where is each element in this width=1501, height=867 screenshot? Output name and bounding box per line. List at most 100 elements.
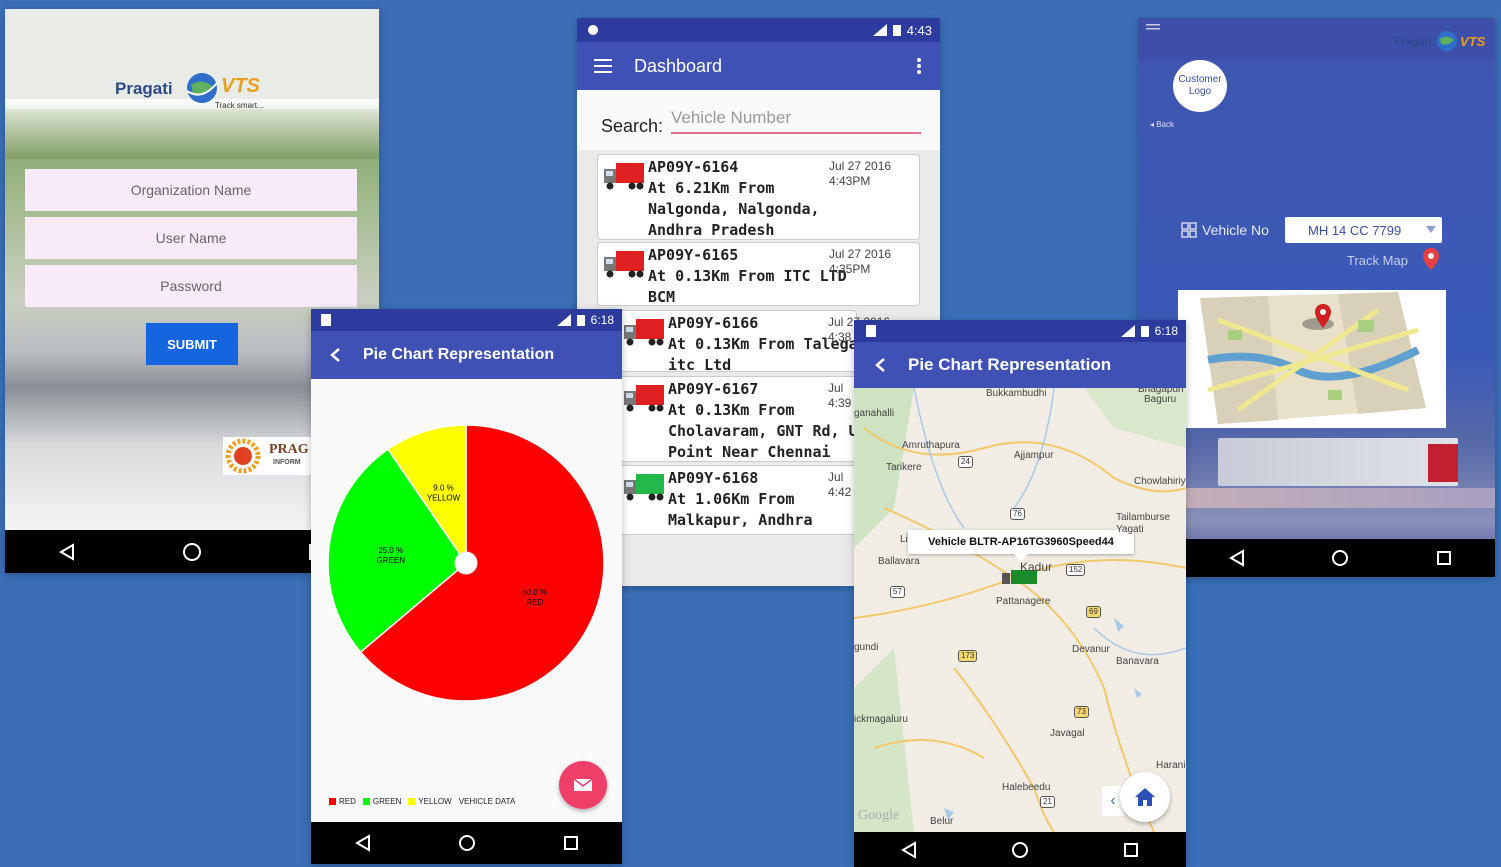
home-fab[interactable] [1120,772,1170,822]
pie-chart: 60.0 % RED25.0 % GREEN9.0 % YELLOW [327,424,605,702]
vehicle-location-line: Andhra Pradesh [648,221,775,239]
signal-icon [872,24,887,36]
vehicle-location-line: Nalgonda, Nalgonda, [648,200,820,218]
map-place-label: Pattanagere [996,596,1051,607]
map-place-label: Harani [1156,760,1186,771]
pie-center-hole [454,551,478,575]
vehicle-list-item[interactable]: AP09Y-6168 At 1.06Km From Malkapur, Andhra… [617,465,857,535]
map-place-label: Ballavara [878,556,920,567]
partner-sub: INFORM [273,459,301,466]
pragati-logo: Pragati VTS Track smart... [115,67,275,113]
page-title: Pie Chart Representation [908,355,1112,374]
vehicle-list-item[interactable]: AP09Y-6165 At 0.13Km From ITC LTD BCM Jul 2… [597,242,920,306]
back-nav-icon[interactable] [58,542,76,561]
map-place-label: Yagati [1116,524,1144,535]
recents-nav-icon[interactable] [562,834,580,852]
home-nav-icon[interactable] [1010,840,1030,860]
truck-photo [1218,438,1458,486]
truck-icon [624,474,664,501]
map-place-label: Google [858,808,900,823]
road-shield: 21 [1040,796,1055,808]
chart-legend: RED GREEN YELLOW VEHICLE DATA [329,797,515,806]
submit-button[interactable]: SUBMIT [146,323,238,365]
map-view[interactable]: Vehicle BLTR-AP16TG3960Speed44 ‹ Bukkamb… [854,388,1186,832]
back-link[interactable]: ◂ Back [1150,120,1174,129]
dropdown-arrow-icon [1426,226,1436,233]
vehicle-location-line: BCM [648,288,676,306]
logo-brand-text: Pragati [115,79,173,98]
sd-card-icon [321,314,331,326]
map-place-label: Chowlahiriy [1134,476,1186,487]
recents-nav-icon[interactable] [1122,841,1140,859]
vehicle-details: AP09Y-6165 At 0.13Km From ITC LTD BCM [648,245,848,308]
organization-name-input[interactable]: Organization Name [25,169,357,211]
legend-red-label: RED [339,797,356,806]
clock: 6:18 [1154,324,1178,338]
truck-icon [624,319,664,346]
map-place-label: gundi [854,642,879,653]
app-bar: Pie Chart Representation [311,331,622,379]
hamburger-menu-icon[interactable] [1146,24,1160,34]
vehicle-list-item[interactable]: AP09Y-6167 At 0.13Km From Cholavaram, GNT … [617,376,876,462]
map-place-label: Li [900,534,908,545]
map-place-label: Baguru [1144,394,1177,405]
track-map-label[interactable]: Track Map [1347,253,1408,268]
pie-slice-label: 25.0 % GREEN [377,546,406,565]
back-arrow-icon[interactable] [329,347,341,363]
vehicle-timestamp: Jul 27 2016 4:35PM [829,247,901,277]
track-screen: Pragati VTS Customer Logo ◂ Back Vehicle… [1138,18,1495,577]
password-input[interactable]: Password [25,265,357,307]
back-nav-icon[interactable] [354,834,372,852]
vehicle-list-item[interactable]: AP09Y-6164 At 6.21Km From Nalgonda, Nalgon… [597,154,920,240]
back-arrow-icon[interactable] [874,357,886,373]
map-illustration-card[interactable] [1178,290,1446,428]
vehicle-list-item[interactable]: AP09Y-6166 At 0.13Km From Talegaon itc Ltd… [617,310,890,374]
timestamp-time: 4:35PM [829,262,871,276]
timestamp-date: Jul 27 2016 [829,247,892,261]
road-shield: 173 [958,650,978,662]
partner-name: PRAG [269,442,309,457]
truck-cab [1428,444,1458,482]
map-place-label: Belur [930,816,954,827]
timestamp-date: Jul 27 2016 [829,159,892,173]
map-place-label: Devanur [1072,644,1110,655]
home-nav-icon[interactable] [1330,548,1350,568]
vehicle-select-value: MH 14 CC 7799 [1308,223,1402,238]
vehicle-location-line: At 0.13Km From ITC LTD [648,267,847,285]
overflow-menu-icon[interactable] [916,57,922,75]
mail-icon [573,778,593,791]
legend-green-label: GREEN [372,797,402,806]
page-title: Dashboard [634,55,723,76]
search-input[interactable]: Vehicle Number [671,108,921,134]
logo-vts-text: VTS [1460,34,1486,49]
home-icon [1135,788,1155,806]
home-nav-icon[interactable] [182,542,202,562]
hamburger-menu-icon[interactable] [594,58,614,74]
email-fab[interactable] [559,761,607,809]
map-place-label: Banavara [1116,656,1159,667]
home-nav-icon[interactable] [457,833,477,853]
vehicle-timestamp: Jul 27 2016 4:43PM [829,159,901,189]
back-nav-icon[interactable] [900,840,918,859]
info-window: Vehicle BLTR-AP16TG3960Speed44 [908,530,1134,554]
nav-bar [1186,539,1495,577]
pragati-small-logo: Pragati VTS [1394,30,1490,56]
road-shield: 24 [958,456,973,468]
recents-nav-icon[interactable] [1435,549,1453,567]
signal-icon [556,314,571,326]
globe-icon [186,73,218,103]
app-bar: Dashboard [577,42,940,90]
logo-brand-text: Pragati [1394,36,1432,48]
truck-icon [624,385,664,412]
vehicle-location-line: At 6.21Km From [648,179,775,197]
battery-icon [892,25,901,36]
vehicle-select[interactable]: MH 14 CC 7799 [1285,217,1442,243]
status-bar [5,9,379,29]
back-nav-icon[interactable] [1228,549,1246,567]
status-bar: 4:43 [577,18,940,42]
map-pin-icon [1423,248,1439,270]
globe-icon [1437,31,1457,51]
user-name-input[interactable]: User Name [25,217,357,259]
status-bar: 6:18 [854,320,1186,342]
road-shield: 57 [890,586,905,598]
